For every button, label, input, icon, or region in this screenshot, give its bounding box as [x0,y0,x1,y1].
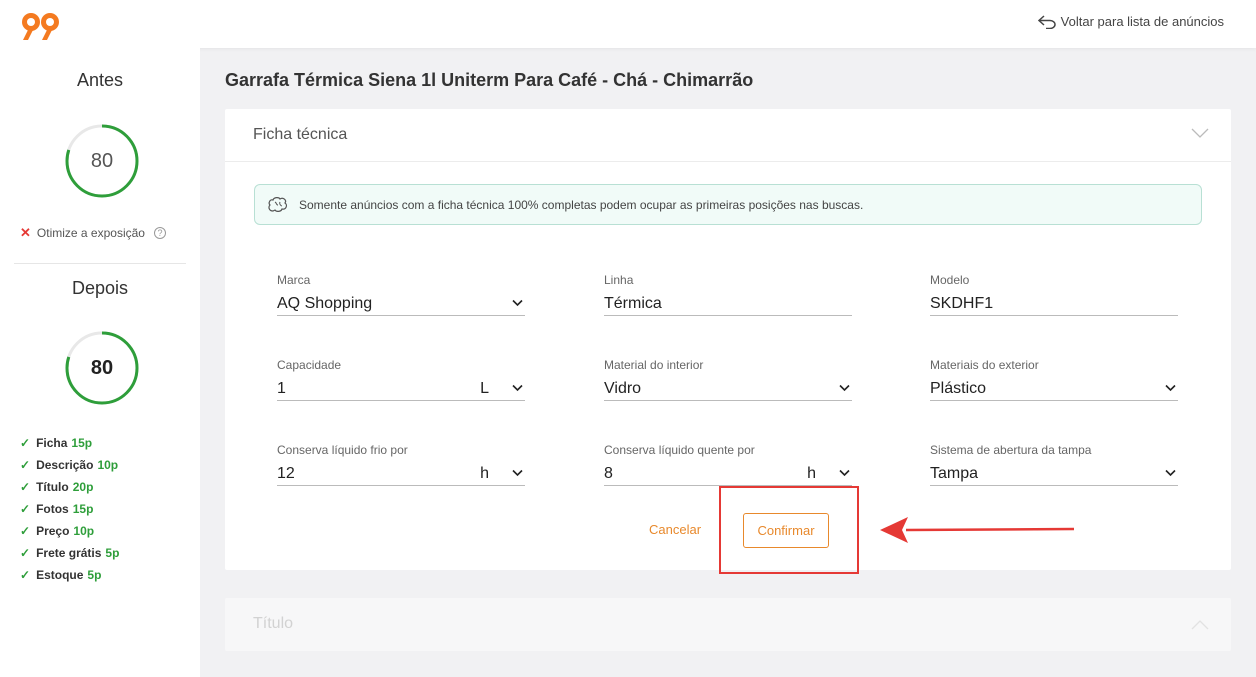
divider [14,263,186,264]
list-item: ✓ Frete grátis 5p [20,546,120,560]
chevron-down-icon [512,299,523,307]
technical-sheet-header[interactable]: Ficha técnica [225,109,1231,162]
check-icon: ✓ [20,524,31,538]
material-interior-field[interactable]: Material do interior Vidro [604,358,852,401]
list-item: ✓ Estoque 5p [20,568,102,582]
list-item: ✓ Título 20p [20,480,94,494]
capacidade-input[interactable]: 1 L [277,377,525,401]
check-icon: ✓ [20,480,31,494]
before-score-gauge: 80 [64,123,140,199]
x-icon: ✕ [20,225,31,240]
top-bar: Voltar para lista de anúncios [0,0,1256,48]
chevron-up-icon[interactable] [1191,619,1209,631]
cancel-button[interactable]: Cancelar [649,522,701,537]
back-to-list-link[interactable]: Voltar para lista de anúncios [1037,14,1224,29]
before-title: Antes [76,70,124,90]
chevron-down-icon [1165,384,1176,392]
info-text: Somente anúncios com a ficha técnica 100… [299,197,864,212]
materiais-exterior-field[interactable]: Materiais do exterior Plástico [930,358,1178,401]
score-sidebar: Antes 80 ✕ Otimize a exposição ? Depois … [0,48,200,677]
list-item: ✓ Fotos 15p [20,502,94,516]
optimize-exposure-item: ✕ Otimize a exposição ? [20,225,166,241]
check-icon: ✓ [20,502,31,516]
check-icon: ✓ [20,568,31,582]
back-arrow-icon [1037,14,1056,29]
help-icon[interactable]: ? [153,227,166,239]
conserva-frio-field[interactable]: Conserva líquido frio por 12 h [277,443,525,486]
chevron-down-icon [1165,469,1176,477]
linha-field[interactable]: Linha Térmica [604,273,852,316]
info-banner: Somente anúncios com a ficha técnica 100… [254,184,1202,225]
materiais-exterior-select[interactable]: Plástico [930,377,1178,401]
chevron-down-icon[interactable] [1191,127,1209,139]
list-item: ✓ Ficha 15p [20,436,93,450]
material-interior-select[interactable]: Vidro [604,377,852,401]
red-arrow-annotation [880,517,1075,543]
marca-select[interactable]: AQ Shopping [277,292,525,316]
brain-icon [268,196,288,212]
optimize-label: Otimize a exposição [36,226,145,240]
sistema-tampa-field[interactable]: Sistema de abertura da tampa Tampa [930,443,1178,486]
chevron-down-icon [839,384,850,392]
after-score-gauge: 80 [64,330,140,406]
conserva-frio-input[interactable]: 12 h [277,462,525,486]
unit-select[interactable]: h [480,462,489,486]
check-icon: ✓ [20,458,31,472]
title-section-card[interactable]: Título [225,598,1231,651]
list-item: ✓ Preço 10p [20,524,95,538]
page-title: Garrafa Térmica Siena 1l Uniterm Para Ca… [225,70,754,90]
conserva-quente-input[interactable]: 8 h [604,462,852,486]
list-item: ✓ Descrição 10p [20,458,119,472]
unit-select[interactable]: L [480,377,489,401]
chevron-down-icon[interactable] [512,469,523,477]
chevron-down-icon[interactable] [839,469,850,477]
marca-field[interactable]: Marca AQ Shopping [277,273,525,316]
chevron-down-icon[interactable] [512,384,523,392]
capacidade-field[interactable]: Capacidade 1 L [277,358,525,401]
sistema-tampa-select[interactable]: Tampa [930,462,1178,486]
highlight-box [719,486,859,574]
next-section-title: Título [253,615,294,632]
unit-select[interactable]: h [807,462,816,486]
check-icon: ✓ [20,546,31,560]
back-link-label: Voltar para lista de anúncios [1060,14,1224,29]
linha-input[interactable]: Térmica [604,292,852,316]
modelo-field[interactable]: Modelo SKDHF1 [930,273,1178,316]
before-score-value: 80 [90,149,114,172]
score-checklist: ✓ Ficha 15p ✓ Descrição 10p ✓ Título 20p ✓ Foto… [20,432,119,586]
check-icon: ✓ [20,436,31,450]
section-title: Ficha técnica [253,126,348,143]
after-title: Depois [71,278,129,298]
after-score-value: 80 [90,356,114,379]
brand-logo[interactable] [20,10,62,42]
modelo-input[interactable]: SKDHF1 [930,292,1178,316]
conserva-quente-field[interactable]: Conserva líquido quente por 8 h [604,443,852,486]
